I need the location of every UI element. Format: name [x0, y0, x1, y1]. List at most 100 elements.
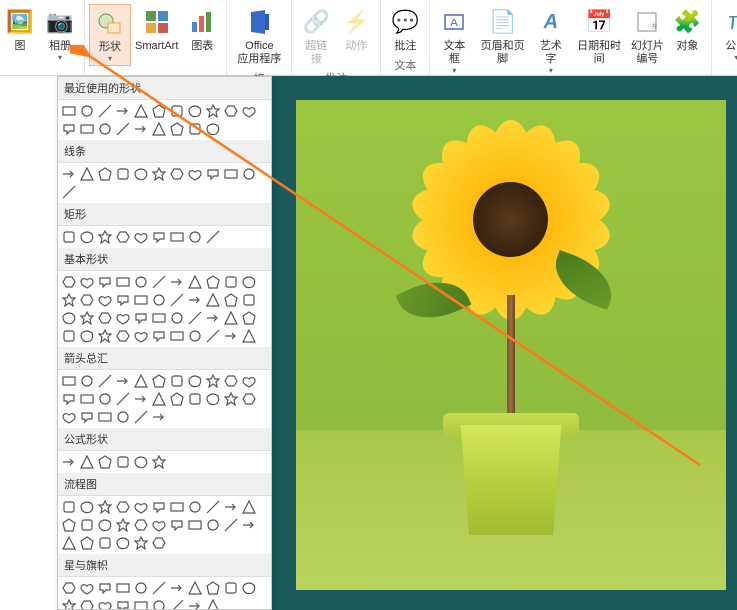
shape-item[interactable]	[151, 292, 167, 308]
shape-item[interactable]	[133, 517, 149, 533]
shape-item[interactable]	[169, 391, 185, 407]
shape-item[interactable]	[151, 517, 167, 533]
shape-item[interactable]	[79, 310, 95, 326]
shape-item[interactable]	[241, 310, 257, 326]
shape-item[interactable]	[79, 166, 95, 182]
shape-item[interactable]	[169, 103, 185, 119]
shape-item[interactable]	[115, 292, 131, 308]
shape-item[interactable]	[187, 274, 203, 290]
shape-item[interactable]	[241, 103, 257, 119]
shape-item[interactable]	[205, 292, 221, 308]
shape-item[interactable]	[133, 310, 149, 326]
shape-item[interactable]	[187, 310, 203, 326]
shape-item[interactable]	[133, 598, 149, 610]
shape-item[interactable]	[133, 166, 149, 182]
shape-item[interactable]	[79, 517, 95, 533]
shape-item[interactable]	[79, 454, 95, 470]
shape-item[interactable]	[133, 373, 149, 389]
shape-item[interactable]	[169, 517, 185, 533]
shape-item[interactable]	[97, 373, 113, 389]
shape-item[interactable]	[205, 517, 221, 533]
shape-item[interactable]	[205, 598, 221, 610]
shape-item[interactable]	[223, 391, 239, 407]
shape-item[interactable]	[169, 328, 185, 344]
shape-item[interactable]	[133, 580, 149, 596]
shape-item[interactable]	[133, 274, 149, 290]
shape-item[interactable]	[223, 499, 239, 515]
shape-item[interactable]	[151, 229, 167, 245]
shape-item[interactable]	[169, 274, 185, 290]
shape-item[interactable]	[97, 274, 113, 290]
shape-item[interactable]	[151, 454, 167, 470]
shape-item[interactable]	[223, 373, 239, 389]
shape-item[interactable]	[79, 598, 95, 610]
shape-item[interactable]	[79, 391, 95, 407]
shape-item[interactable]	[187, 103, 203, 119]
shape-item[interactable]	[187, 517, 203, 533]
image-button[interactable]: 🖼️ 图	[0, 4, 40, 55]
shape-item[interactable]	[79, 409, 95, 425]
shape-item[interactable]	[97, 409, 113, 425]
shape-item[interactable]	[115, 229, 131, 245]
shape-item[interactable]	[241, 580, 257, 596]
shape-item[interactable]	[205, 499, 221, 515]
shape-item[interactable]	[61, 373, 77, 389]
shape-item[interactable]	[187, 121, 203, 137]
shape-item[interactable]	[61, 454, 77, 470]
shape-item[interactable]	[223, 166, 239, 182]
shape-item[interactable]	[133, 328, 149, 344]
shape-item[interactable]	[61, 328, 77, 344]
shape-item[interactable]	[79, 373, 95, 389]
shape-item[interactable]	[115, 328, 131, 344]
slide[interactable]	[296, 100, 726, 590]
shape-item[interactable]	[241, 499, 257, 515]
shape-item[interactable]	[133, 391, 149, 407]
datetime-button[interactable]: 📅 日期和时间	[571, 4, 628, 68]
shape-item[interactable]	[97, 103, 113, 119]
shape-item[interactable]	[169, 373, 185, 389]
shape-item[interactable]	[79, 274, 95, 290]
shape-item[interactable]	[79, 499, 95, 515]
shape-item[interactable]	[187, 166, 203, 182]
shape-item[interactable]	[151, 409, 167, 425]
shape-item[interactable]	[115, 409, 131, 425]
shape-item[interactable]	[79, 103, 95, 119]
shape-item[interactable]	[61, 580, 77, 596]
shape-item[interactable]	[79, 328, 95, 344]
shape-item[interactable]	[133, 103, 149, 119]
shape-item[interactable]	[79, 292, 95, 308]
chart-button[interactable]: 图表	[182, 4, 222, 55]
textbox-button[interactable]: A 文本框 ▾	[434, 4, 474, 77]
shapes-button[interactable]: 形状 ▾	[89, 4, 131, 66]
shape-item[interactable]	[187, 292, 203, 308]
shape-item[interactable]	[115, 310, 131, 326]
object-button[interactable]: 🧩 对象	[667, 4, 707, 55]
shape-item[interactable]	[61, 535, 77, 551]
shape-item[interactable]	[97, 598, 113, 610]
shape-item[interactable]	[223, 292, 239, 308]
shape-item[interactable]	[97, 454, 113, 470]
shape-item[interactable]	[97, 499, 113, 515]
shape-item[interactable]	[61, 499, 77, 515]
shape-item[interactable]	[205, 121, 221, 137]
shape-item[interactable]	[241, 328, 257, 344]
shape-item[interactable]	[151, 598, 167, 610]
shape-item[interactable]	[97, 580, 113, 596]
shape-item[interactable]	[97, 229, 113, 245]
shape-item[interactable]	[97, 310, 113, 326]
shape-item[interactable]	[61, 292, 77, 308]
shape-item[interactable]	[61, 310, 77, 326]
shape-item[interactable]	[169, 310, 185, 326]
shape-item[interactable]	[187, 580, 203, 596]
shape-item[interactable]	[169, 229, 185, 245]
shape-item[interactable]	[61, 391, 77, 407]
slide-canvas-area[interactable]	[272, 76, 737, 610]
shape-item[interactable]	[151, 373, 167, 389]
shape-item[interactable]	[151, 391, 167, 407]
shape-item[interactable]	[169, 166, 185, 182]
action-button[interactable]: ⚡ 动作	[336, 4, 376, 55]
comment-button[interactable]: 💬 批注	[385, 4, 425, 55]
shape-item[interactable]	[115, 274, 131, 290]
shape-item[interactable]	[115, 517, 131, 533]
shape-item[interactable]	[61, 184, 77, 200]
